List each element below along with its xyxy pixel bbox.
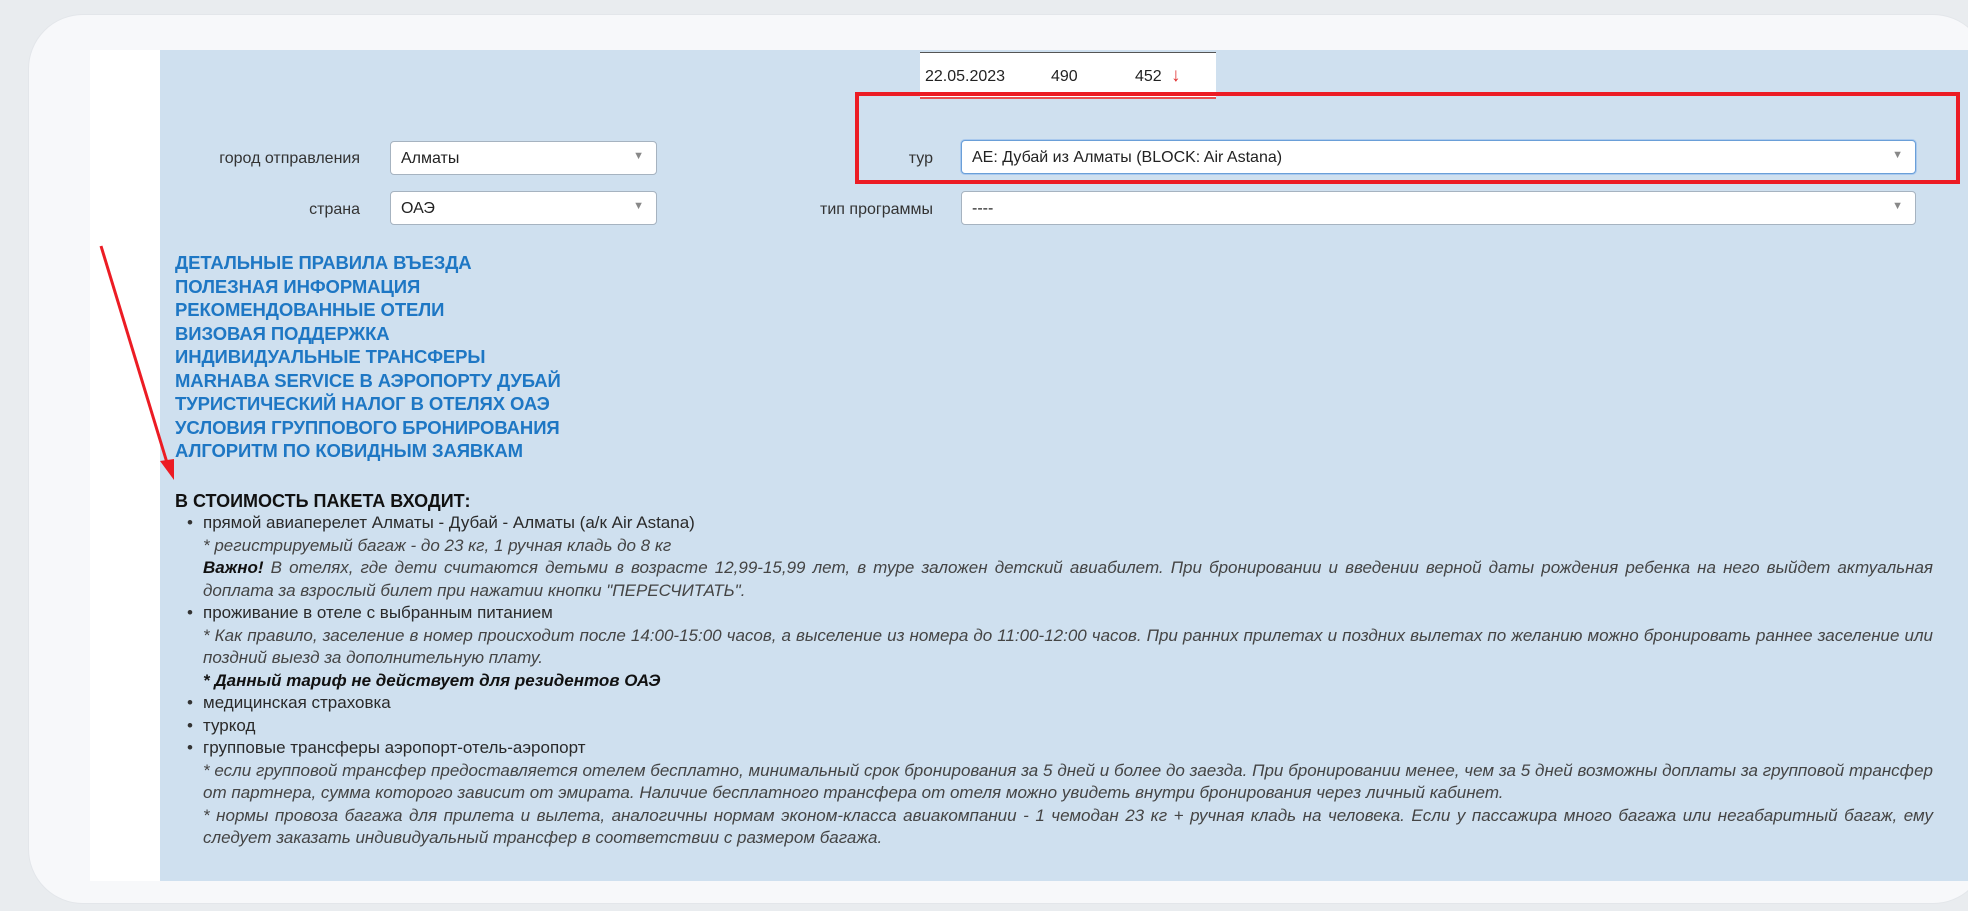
package-item-insurance: медицинская страховка: [203, 693, 391, 712]
list-item: туркод: [185, 715, 1933, 738]
link-group-booking-terms[interactable]: УСЛОВИЯ ГРУППОВОГО БРОНИРОВАНИЯ: [175, 416, 561, 440]
link-covid-algorithm[interactable]: АЛГОРИТМ ПО КОВИДНЫМ ЗАЯВКАМ: [175, 439, 561, 463]
package-item-hotel: проживание в отеле с выбранным питанием: [203, 603, 553, 622]
baggage-note: * регистрируемый багаж - до 23 кг, 1 руч…: [203, 535, 672, 555]
list-item: проживание в отеле с выбранным питанием …: [185, 602, 1933, 692]
info-links: ДЕТАЛЬНЫЕ ПРАВИЛА ВЪЕЗДА ПОЛЕЗНАЯ ИНФОРМ…: [175, 251, 561, 463]
resident-note: * Данный тариф не действует для резидент…: [203, 670, 1933, 693]
link-useful-info[interactable]: ПОЛЕЗНАЯ ИНФОРМАЦИЯ: [175, 275, 561, 299]
link-tourist-tax[interactable]: ТУРИСТИЧЕСКИЙ НАЛОГ В ОТЕЛЯХ ОАЭ: [175, 392, 561, 416]
important-label: Важно!: [203, 558, 264, 577]
link-visa-support[interactable]: ВИЗОВАЯ ПОДДЕРЖКА: [175, 322, 561, 346]
checkin-note: * Как правило, заселение в номер происхо…: [203, 625, 1933, 668]
price-down-icon: ↓: [1171, 65, 1181, 86]
package-description: В СТОИМОСТЬ ПАКЕТА ВХОДИТ: прямой авиапе…: [175, 490, 1933, 850]
list-item: групповые трансферы аэропорт-отель-аэроп…: [185, 737, 1933, 850]
child-ticket-text: В отелях, где дети считаются детьми в во…: [203, 558, 1933, 600]
departure-city-select[interactable]: Алматы ▼: [390, 141, 657, 175]
chevron-down-icon: ▼: [633, 150, 644, 162]
price-date: 22.05.2023: [925, 68, 1006, 85]
country-value: ОАЭ: [401, 200, 435, 217]
resident-note-text: * Данный тариф не действует для резидент…: [203, 670, 661, 690]
list-item: прямой авиаперелет Алматы - Дубай - Алма…: [185, 512, 1933, 602]
chevron-down-icon: ▼: [633, 200, 644, 212]
package-item-turkod: туркод: [203, 715, 256, 735]
red-arrow-icon: [99, 245, 174, 480]
departure-city-label: город отправления: [219, 150, 360, 167]
annotation-highlight-box: [855, 92, 1960, 184]
country-select[interactable]: ОАЭ ▼: [390, 191, 657, 225]
old-price: 490: [1051, 68, 1078, 85]
program-type-value: ----: [972, 200, 994, 217]
package-item-flight: прямой авиаперелет Алматы - Дубай - Алма…: [203, 513, 695, 532]
package-item-transfers: групповые трансферы аэропорт-отель-аэроп…: [203, 738, 586, 757]
child-ticket-note: Важно! В отелях, где дети считаются деть…: [203, 557, 1933, 602]
link-entry-rules[interactable]: ДЕТАЛЬНЫЕ ПРАВИЛА ВЪЕЗДА: [175, 251, 561, 275]
list-item: медицинская страховка: [185, 692, 1933, 715]
departure-city-value: Алматы: [401, 150, 460, 167]
program-type-select[interactable]: ---- ▼: [961, 191, 1916, 225]
country-label: страна: [309, 201, 360, 218]
new-price: 452: [1135, 68, 1162, 85]
transfer-baggage-note: * нормы провоза багажа для прилета и выл…: [203, 805, 1933, 848]
link-recommended-hotels[interactable]: РЕКОМЕНДОВАННЫЕ ОТЕЛИ: [175, 298, 561, 322]
package-list: прямой авиаперелет Алматы - Дубай - Алма…: [185, 512, 1933, 850]
link-individual-transfers[interactable]: ИНДИВИДУАЛЬНЫЕ ТРАНСФЕРЫ: [175, 345, 561, 369]
chevron-down-icon: ▼: [1892, 200, 1903, 212]
transfer-note: * если групповой трансфер предоставляетс…: [203, 760, 1933, 803]
package-heading: В СТОИМОСТЬ ПАКЕТА ВХОДИТ:: [175, 491, 471, 511]
link-marhaba-service[interactable]: MARHABA SERVICE В АЭРОПОРТУ ДУБАЙ: [175, 369, 561, 393]
program-type-label: тип программы: [820, 201, 933, 218]
